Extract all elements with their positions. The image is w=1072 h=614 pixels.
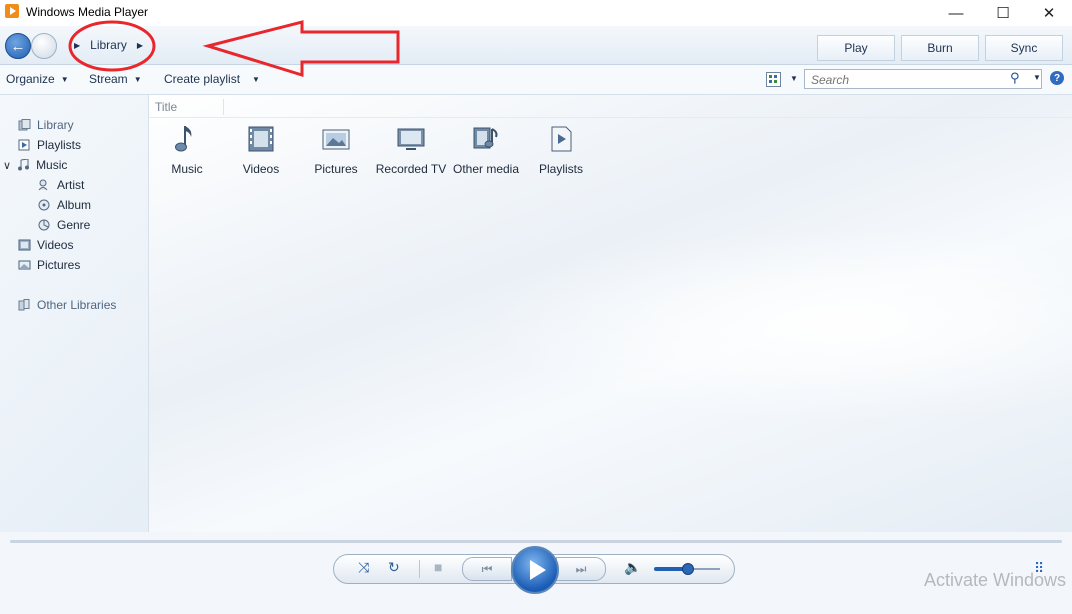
sidebar-item-label: Other Libraries	[37, 298, 117, 312]
artist-icon	[38, 179, 48, 191]
play-button[interactable]	[511, 546, 559, 594]
sidebar-item-library[interactable]: Library	[18, 118, 74, 132]
navigation-bar: ← ▶ Library ▶ Play Burn Sync	[0, 26, 1072, 65]
breadcrumb-library-arrow[interactable]: ▶	[133, 41, 147, 50]
stream-menu[interactable]: Stream ▼	[89, 72, 142, 86]
library-content-pane: Title Music Videos Pictures Recorded TV …	[149, 95, 1072, 532]
other-libraries-icon	[18, 299, 30, 311]
library-tile-label: Recorded TV	[375, 162, 447, 176]
search-input[interactable]	[809, 72, 1008, 88]
library-icon	[18, 119, 31, 131]
divider	[419, 560, 420, 578]
breadcrumb-library[interactable]: Library	[90, 38, 127, 52]
library-tile-label: Music	[171, 162, 203, 176]
library-tile-videos[interactable]: Videos	[223, 123, 299, 176]
player-controls-bar: ⤨ ↻ ■ 🔈 ⏮ ⏭ ⠿ Activate Windows	[0, 532, 1072, 614]
film-icon	[248, 126, 274, 152]
library-tile-label: Playlists	[538, 162, 583, 176]
sidebar-item-videos[interactable]: Videos	[18, 238, 73, 252]
organize-menu[interactable]: Organize ▼	[6, 72, 69, 86]
sidebar-item-label: Videos	[37, 238, 74, 252]
genre-icon	[38, 219, 50, 231]
tab-play[interactable]: Play	[817, 35, 895, 61]
sidebar-item-label: Artist	[57, 178, 85, 192]
seek-bar[interactable]	[10, 540, 1062, 543]
video-icon	[18, 239, 31, 251]
sidebar-item-other-libraries[interactable]: Other Libraries	[18, 298, 116, 312]
expand-chevron-icon[interactable]: ∨	[3, 159, 11, 172]
navigation-pane: Library Playlists ∨ Music Artist Album G…	[0, 95, 149, 532]
activate-windows-watermark: Activate Windows	[924, 570, 1067, 590]
close-button[interactable]: ✕	[1026, 0, 1072, 26]
music-note-icon	[18, 159, 30, 171]
other-media-icon	[473, 127, 498, 149]
window-title: Windows Media Player	[26, 5, 149, 19]
sidebar-item-playlists[interactable]: Playlists	[18, 138, 81, 152]
library-tile-pictures[interactable]: Pictures	[298, 123, 374, 176]
library-tile-label: Other media	[452, 162, 520, 176]
picture-icon	[322, 129, 350, 150]
chevron-down-icon: ▼	[60, 74, 69, 84]
search-box[interactable]	[804, 69, 1042, 89]
breadcrumb: ▶ Library ▶	[70, 34, 147, 56]
maximize-button[interactable]: ☐	[980, 0, 1026, 26]
create-playlist-menu[interactable]: Create playlist ▼	[164, 72, 260, 86]
view-options-dropdown[interactable]: ▼	[790, 74, 798, 83]
library-tile-playlists[interactable]: Playlists	[523, 123, 599, 176]
sidebar-item-genre[interactable]: Genre	[38, 218, 90, 232]
sidebar-item-label: Music	[36, 158, 68, 172]
playlist-icon	[551, 126, 572, 152]
music-note-icon	[175, 126, 192, 152]
library-tile-recorded-tv[interactable]: Recorded TV	[373, 123, 449, 176]
sidebar-item-pictures[interactable]: Pictures	[18, 258, 80, 272]
chevron-down-icon: ▼	[252, 74, 260, 84]
stop-icon[interactable]: ■	[434, 559, 442, 575]
forward-button[interactable]	[31, 33, 57, 59]
create-playlist-label: Create playlist	[164, 72, 241, 86]
sidebar-item-label: Playlists	[37, 138, 82, 152]
column-title[interactable]: Title	[155, 100, 177, 114]
speaker-icon[interactable]: 🔈	[624, 559, 641, 576]
media-player-app-icon	[5, 4, 19, 18]
volume-slider-handle[interactable]	[682, 563, 694, 575]
column-separator[interactable]	[223, 99, 224, 115]
picture-icon	[18, 260, 31, 270]
library-toolbar: Organize ▼ Stream ▼ Create playlist ▼ ▼	[0, 65, 1072, 95]
shuffle-icon[interactable]: ⤨	[358, 559, 369, 576]
sidebar-item-album[interactable]: Album	[38, 198, 91, 212]
sidebar-item-label: Album	[57, 198, 92, 212]
help-icon[interactable]: ?	[1050, 71, 1064, 85]
repeat-icon[interactable]: ↻	[388, 559, 400, 576]
sidebar-item-music[interactable]: ∨ Music	[3, 158, 67, 172]
sidebar-item-artist[interactable]: Artist	[38, 178, 84, 192]
album-icon	[38, 199, 50, 211]
minimize-button[interactable]: —	[933, 0, 979, 26]
search-icon[interactable]: ⚲	[1010, 70, 1020, 86]
search-dropdown[interactable]: ▼	[1033, 73, 1041, 82]
tv-icon	[397, 128, 425, 150]
back-button[interactable]: ←	[5, 33, 31, 59]
view-options-icon[interactable]	[766, 72, 781, 87]
playlist-icon	[18, 139, 30, 151]
library-tile-label: Videos	[242, 162, 280, 176]
organize-label: Organize	[6, 72, 55, 86]
library-tile-label: Pictures	[314, 162, 358, 176]
previous-icon: ⏮	[481, 561, 493, 576]
title-bar: Windows Media Player — ☐ ✕	[0, 0, 1072, 26]
column-header: Title	[149, 95, 1072, 118]
sidebar-item-label: Genre	[57, 218, 91, 232]
breadcrumb-root-arrow[interactable]: ▶	[70, 41, 84, 50]
chevron-down-icon: ▼	[133, 74, 142, 84]
tab-burn[interactable]: Burn	[901, 35, 979, 61]
previous-button[interactable]: ⏮	[462, 557, 512, 581]
library-tile-music[interactable]: Music	[149, 123, 225, 176]
library-tile-other-media[interactable]: Other media	[448, 123, 524, 176]
tab-sync[interactable]: Sync	[985, 35, 1063, 61]
sidebar-item-label: Library	[37, 118, 74, 132]
stream-label: Stream	[89, 72, 128, 86]
next-icon: ⏭	[575, 561, 587, 576]
sidebar-item-label: Pictures	[37, 258, 81, 272]
next-button[interactable]: ⏭	[556, 557, 606, 581]
back-arrow-icon: ←	[10, 37, 26, 55]
